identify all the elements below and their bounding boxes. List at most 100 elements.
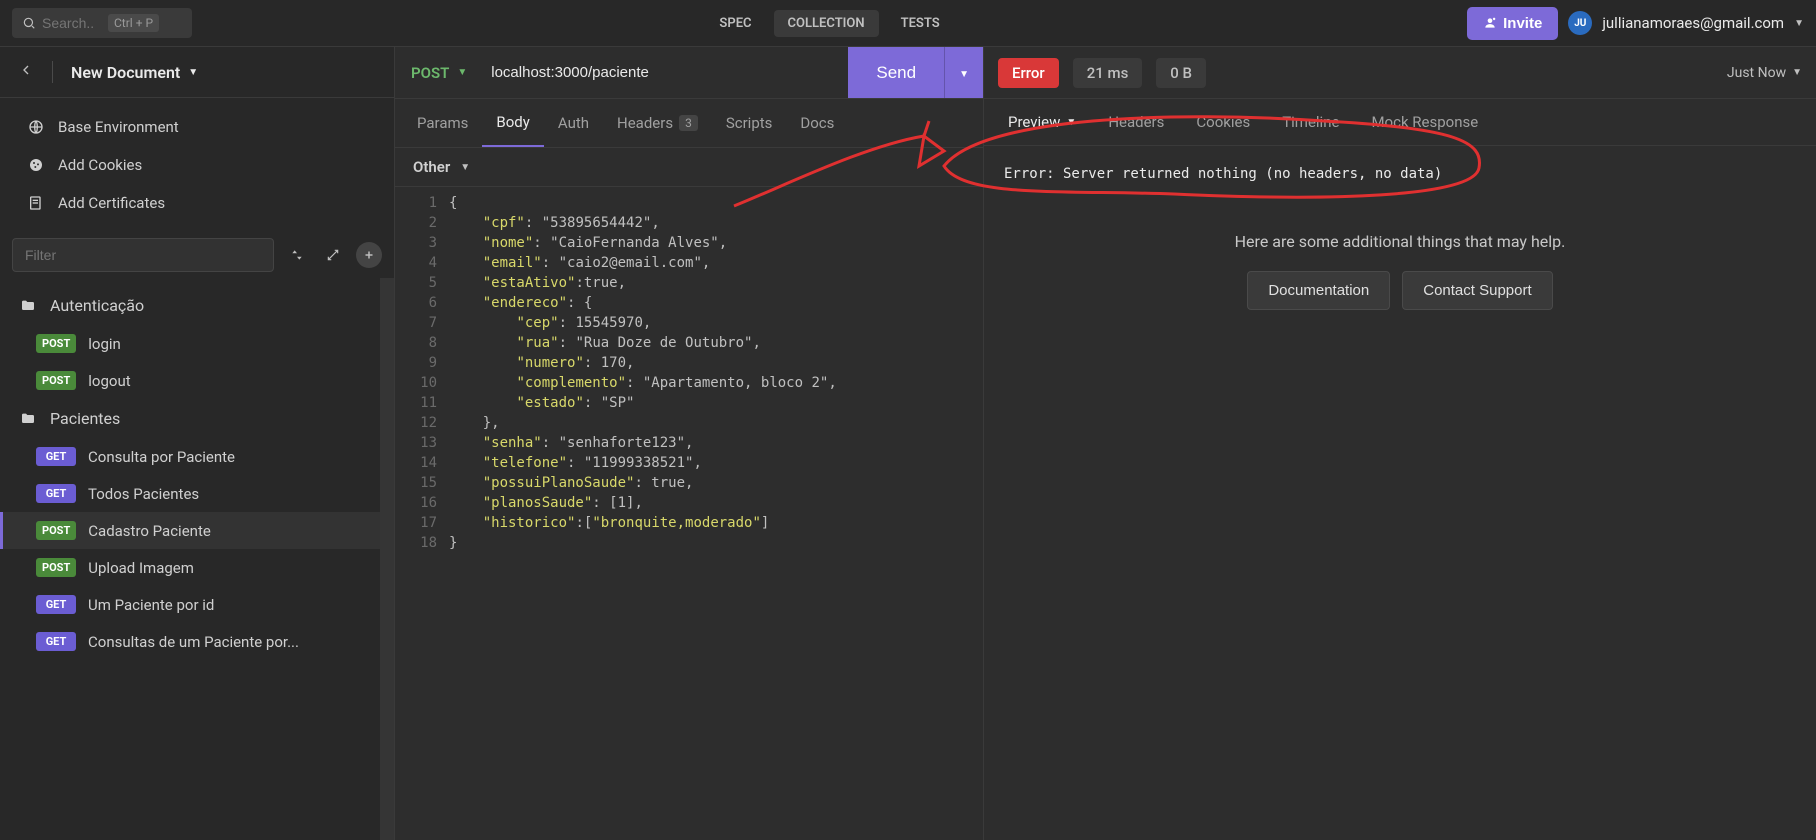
- filter-row: [0, 232, 394, 278]
- tab-params[interactable]: Params: [403, 99, 482, 147]
- documentation-button[interactable]: Documentation: [1247, 271, 1390, 310]
- tab-collection[interactable]: COLLECTION: [774, 10, 879, 37]
- tab-spec[interactable]: SPEC: [705, 10, 765, 37]
- chevron-left-icon: [18, 62, 34, 78]
- tree-item-cadastro-paciente[interactable]: POST Cadastro Paciente: [0, 512, 380, 549]
- sidebar-scrollbar[interactable]: [380, 278, 394, 840]
- search-box[interactable]: Ctrl + P: [12, 8, 192, 38]
- help-message: Here are some additional things that may…: [1004, 232, 1796, 251]
- method-badge: GET: [36, 484, 76, 503]
- method-badge: POST: [36, 558, 76, 577]
- tab-cookies[interactable]: Cookies: [1180, 99, 1266, 145]
- invite-button[interactable]: Invite: [1467, 7, 1558, 40]
- user-email[interactable]: jullianamoraes@gmail.com: [1602, 14, 1784, 32]
- body-type-selector[interactable]: Other ▼: [395, 148, 983, 187]
- filter-input[interactable]: [12, 238, 274, 272]
- tree-item-logout[interactable]: POST logout: [0, 362, 380, 399]
- code-content[interactable]: { "cpf": "53895654442", "nome": "CaioFer…: [445, 187, 983, 840]
- tab-preview[interactable]: Preview ▼: [992, 99, 1092, 145]
- code-editor[interactable]: 123456789101112131415161718 { "cpf": "53…: [395, 187, 983, 840]
- avatar[interactable]: JU: [1568, 11, 1592, 35]
- expand-button[interactable]: [320, 242, 346, 268]
- folder-autenticacao[interactable]: Autenticação: [0, 286, 380, 325]
- sort-button[interactable]: [284, 242, 310, 268]
- send-button[interactable]: Send: [848, 47, 944, 98]
- tree-item-consultas-paciente[interactable]: GET Consultas de um Paciente por...: [0, 623, 380, 660]
- folder-icon: [20, 298, 36, 314]
- search-input[interactable]: [42, 15, 102, 31]
- folder-icon: [20, 411, 36, 427]
- error-message: Error: Server returned nothing (no heade…: [1004, 166, 1796, 182]
- tab-tests[interactable]: TESTS: [887, 10, 954, 37]
- body-type-label: Other: [413, 158, 450, 176]
- tree-item-label: Todos Pacientes: [88, 485, 199, 503]
- method-badge: GET: [36, 447, 76, 466]
- method-label: POST: [411, 64, 449, 82]
- cookie-icon: [28, 157, 44, 173]
- chevron-down-icon: ▼: [1792, 67, 1802, 78]
- tab-headers[interactable]: Headers 3: [603, 99, 712, 147]
- method-badge: POST: [36, 521, 76, 540]
- tree-item-label: Cadastro Paciente: [88, 522, 211, 540]
- tree-item-consulta-paciente[interactable]: GET Consulta por Paciente: [0, 438, 380, 475]
- request-tree: Autenticação POST login POST logout Paci…: [0, 278, 380, 840]
- request-tabs: Params Body Auth Headers 3 Scripts Docs: [395, 99, 983, 148]
- chevron-down-icon: ▼: [188, 67, 198, 78]
- response-history-dropdown[interactable]: Just Now ▼: [1727, 65, 1802, 81]
- tab-timeline[interactable]: Timeline: [1266, 99, 1355, 145]
- doc-title: New Document: [71, 63, 180, 82]
- response-when: Just Now: [1727, 65, 1786, 81]
- method-selector[interactable]: POST ▼: [395, 64, 483, 82]
- search-icon: [22, 16, 36, 30]
- url-input[interactable]: [483, 64, 848, 81]
- sort-icon: [290, 248, 304, 262]
- doc-header: New Document ▼: [0, 47, 394, 98]
- status-badge: Error: [998, 58, 1059, 88]
- tree-item-upload-imagem[interactable]: POST Upload Imagem: [0, 549, 380, 586]
- back-button[interactable]: [18, 62, 34, 83]
- response-meta-bar: Error 21 ms 0 B Just Now ▼: [984, 47, 1816, 99]
- folder-pacientes[interactable]: Pacientes: [0, 399, 380, 438]
- doc-title-dropdown[interactable]: New Document ▼: [71, 63, 198, 82]
- send-dropdown[interactable]: ▼: [944, 47, 983, 98]
- tab-headers[interactable]: Headers: [1092, 99, 1180, 145]
- tree-item-label: Upload Imagem: [88, 559, 194, 577]
- time-badge: 21 ms: [1073, 58, 1143, 88]
- certificate-icon: [28, 195, 44, 211]
- user-menu-chevron-icon[interactable]: ▼: [1794, 18, 1804, 29]
- tab-body[interactable]: Body: [482, 99, 543, 147]
- sidebar-item-add-certificates[interactable]: Add Certificates: [0, 184, 394, 222]
- tree-item-label: logout: [88, 372, 130, 390]
- divider: [52, 61, 53, 83]
- response-body: Error: Server returned nothing (no heade…: [984, 146, 1816, 840]
- chevron-down-icon: ▼: [460, 162, 470, 173]
- tree-item-todos-pacientes[interactable]: GET Todos Pacientes: [0, 475, 380, 512]
- tab-label: Headers: [617, 114, 673, 132]
- globe-icon: [28, 119, 44, 135]
- method-badge: POST: [36, 371, 76, 390]
- contact-support-button[interactable]: Contact Support: [1402, 271, 1552, 310]
- tab-scripts[interactable]: Scripts: [712, 99, 787, 147]
- chevron-down-icon: ▼: [1066, 117, 1076, 128]
- expand-icon: [326, 248, 340, 262]
- tree-item-label: Um Paciente por id: [88, 596, 214, 614]
- tab-docs[interactable]: Docs: [786, 99, 848, 147]
- request-panel: POST ▼ Send ▼ Params Body Auth Headers 3…: [395, 47, 984, 840]
- sidebar-item-base-environment[interactable]: Base Environment: [0, 108, 394, 146]
- search-shortcut: Ctrl + P: [108, 14, 159, 32]
- tree-item-login[interactable]: POST login: [0, 325, 380, 362]
- folder-label: Pacientes: [50, 409, 120, 428]
- method-badge: GET: [36, 632, 76, 651]
- url-bar: POST ▼ Send ▼: [395, 47, 983, 99]
- tab-auth[interactable]: Auth: [544, 99, 603, 147]
- topbar-center-tabs: SPEC COLLECTION TESTS: [192, 10, 1467, 37]
- sidebar-item-add-cookies[interactable]: Add Cookies: [0, 146, 394, 184]
- response-tabs: Preview ▼ Headers Cookies Timeline Mock …: [984, 99, 1816, 146]
- add-button[interactable]: [356, 242, 382, 268]
- tab-mock[interactable]: Mock Response: [1355, 99, 1494, 145]
- method-badge: GET: [36, 595, 76, 614]
- tree-item-um-paciente[interactable]: GET Um Paciente por id: [0, 586, 380, 623]
- plus-icon: [362, 248, 376, 262]
- sidebar-item-label: Add Certificates: [58, 194, 165, 212]
- sidebar: New Document ▼ Base Environment Add Cook…: [0, 47, 395, 840]
